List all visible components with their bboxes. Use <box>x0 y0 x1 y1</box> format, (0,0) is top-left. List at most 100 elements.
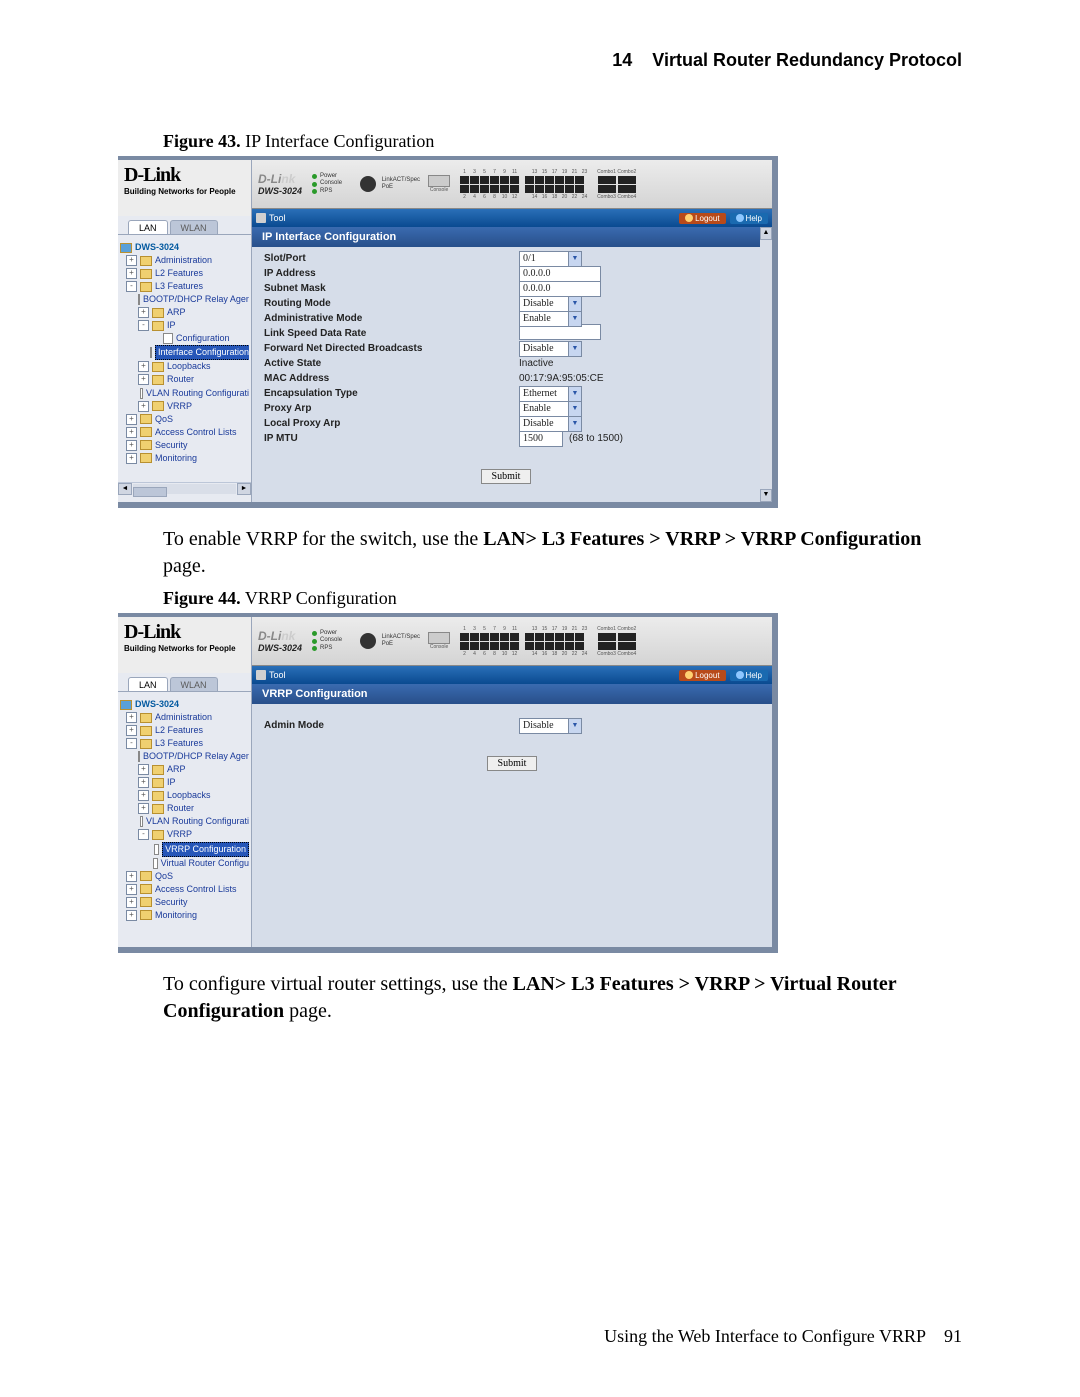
tool-menu[interactable]: Tool <box>256 670 286 680</box>
port-icon <box>490 642 499 650</box>
submit-button[interactable]: Submit <box>487 756 538 771</box>
tree-item[interactable]: +ARP <box>120 306 249 319</box>
tree-item[interactable]: +Access Control Lists <box>120 426 249 439</box>
port-icon <box>545 633 554 641</box>
port-icon <box>480 642 489 650</box>
tool-menu[interactable]: Tool <box>256 213 286 223</box>
tree-item[interactable]: -IP <box>120 319 249 332</box>
select-input[interactable]: Ethernet▼ <box>519 386 582 402</box>
select-input[interactable]: Enable▼ <box>519 311 582 327</box>
tree-item[interactable]: BOOTP/DHCP Relay Agen <box>120 293 249 306</box>
tree-item[interactable]: +ARP <box>120 763 249 776</box>
port-icon <box>555 185 564 193</box>
text-input[interactable]: 0.0.0.0 <box>519 281 601 297</box>
tree-item[interactable]: +L2 Features <box>120 724 249 737</box>
port-icon <box>545 642 554 650</box>
tree-item[interactable]: +Security <box>120 896 249 909</box>
tree-item[interactable]: +Router <box>120 373 249 386</box>
brand-logo: D-Link Building Networks for People <box>118 160 251 216</box>
tree-item[interactable]: +Loopbacks <box>120 360 249 373</box>
tree-item[interactable]: +IP <box>120 776 249 789</box>
brand-logo: D-Link Building Networks for People <box>118 617 251 673</box>
select-input[interactable]: Disable▼ <box>519 416 582 432</box>
tree-item[interactable]: +Security <box>120 439 249 452</box>
field-label: Active State <box>264 358 519 369</box>
tree-item[interactable]: VLAN Routing Configurati <box>120 815 249 828</box>
tab-lan[interactable]: LAN <box>128 220 168 234</box>
chevron-down-icon: ▼ <box>568 312 581 326</box>
port-icon <box>500 176 509 184</box>
nav-tree[interactable]: DWS-3024+Administration+L2 Features-L3 F… <box>118 235 251 482</box>
port-icon <box>500 185 509 193</box>
port-icon <box>555 176 564 184</box>
field-label: Administrative Mode <box>264 313 519 324</box>
tree-item[interactable]: +VRRP <box>120 400 249 413</box>
content-v-scrollbar[interactable]: ▲▼ <box>760 227 772 502</box>
tree-item[interactable]: +QoS <box>120 413 249 426</box>
select-input[interactable]: 0/1▼ <box>519 251 582 267</box>
port-icon <box>470 642 479 650</box>
paragraph-1: To enable VRRP for the switch, use the L… <box>163 526 962 580</box>
tree-item[interactable]: +Loopbacks <box>120 789 249 802</box>
text-input[interactable]: 1500 <box>519 431 563 447</box>
tree-h-scrollbar[interactable]: ◄► <box>118 482 251 495</box>
tree-item[interactable]: +Access Control Lists <box>120 883 249 896</box>
chapter-number: 14 <box>612 50 632 70</box>
form-row: Forward Net Directed BroadcastsDisable▼ <box>264 341 748 356</box>
tree-item[interactable]: +Administration <box>120 711 249 724</box>
port-icon <box>460 176 469 184</box>
tree-item[interactable]: Virtual Router Configu <box>120 857 249 870</box>
field-label: Routing Mode <box>264 298 519 309</box>
port-icon <box>525 642 534 650</box>
tab-wlan[interactable]: WLAN <box>170 677 218 691</box>
tree-item[interactable]: Configuration <box>120 332 249 345</box>
tree-item[interactable]: -L3 Features <box>120 280 249 293</box>
tree-item[interactable]: -VRRP <box>120 828 249 841</box>
tree-item[interactable]: VLAN Routing Configurati <box>120 387 249 400</box>
select-input[interactable]: Disable▼ <box>519 296 582 312</box>
port-icon <box>470 633 479 641</box>
port-icon <box>470 185 479 193</box>
chevron-down-icon: ▼ <box>568 719 581 733</box>
port-icon <box>535 185 544 193</box>
text-input[interactable]: 0.0.0.0 <box>519 266 601 282</box>
chevron-down-icon: ▼ <box>568 402 581 416</box>
tab-wlan[interactable]: WLAN <box>170 220 218 234</box>
form-row: Proxy ArpEnable▼ <box>264 401 748 416</box>
tree-root[interactable]: DWS-3024 <box>120 698 249 711</box>
help-button[interactable]: Help <box>730 670 768 681</box>
port-icon <box>575 176 584 184</box>
port-icon <box>510 176 519 184</box>
tree-item[interactable]: +L2 Features <box>120 267 249 280</box>
tree-item[interactable]: Interface Configuration <box>120 345 249 360</box>
select-input[interactable]: Disable▼ <box>519 341 582 357</box>
chapter-title: Virtual Router Redundancy Protocol <box>652 50 962 70</box>
form-row: Routing ModeDisable▼ <box>264 296 748 311</box>
logout-button[interactable]: Logout <box>679 670 725 681</box>
port-icon <box>535 633 544 641</box>
help-button[interactable]: Help <box>730 213 768 224</box>
tree-item[interactable]: +Router <box>120 802 249 815</box>
port-icon <box>500 642 509 650</box>
submit-button[interactable]: Submit <box>481 469 532 484</box>
port-icon <box>480 633 489 641</box>
tree-root[interactable]: DWS-3024 <box>120 241 249 254</box>
select-input[interactable]: Enable▼ <box>519 401 582 417</box>
chevron-down-icon: ▼ <box>568 387 581 401</box>
logout-button[interactable]: Logout <box>679 213 725 224</box>
tab-lan[interactable]: LAN <box>128 677 168 691</box>
tree-item[interactable]: -L3 Features <box>120 737 249 750</box>
port-icon <box>565 633 574 641</box>
form-row: Admin ModeDisable▼ <box>264 718 760 733</box>
select-input[interactable]: Disable▼ <box>519 718 582 734</box>
field-label: Forward Net Directed Broadcasts <box>264 343 519 354</box>
tree-item[interactable]: +Monitoring <box>120 452 249 465</box>
tree-item[interactable]: +Administration <box>120 254 249 267</box>
tree-item[interactable]: +QoS <box>120 870 249 883</box>
tree-item[interactable]: VRRP Configuration <box>120 842 249 857</box>
screenshot-ip-interface: D-Link Building Networks for People LAN … <box>118 156 778 508</box>
tree-item[interactable]: BOOTP/DHCP Relay Agen <box>120 750 249 763</box>
device-panel: D-Link DWS-3024 Power Console RPS LinkAC… <box>252 160 772 209</box>
nav-tree[interactable]: DWS-3024+Administration+L2 Features-L3 F… <box>118 692 251 927</box>
tree-item[interactable]: +Monitoring <box>120 909 249 922</box>
